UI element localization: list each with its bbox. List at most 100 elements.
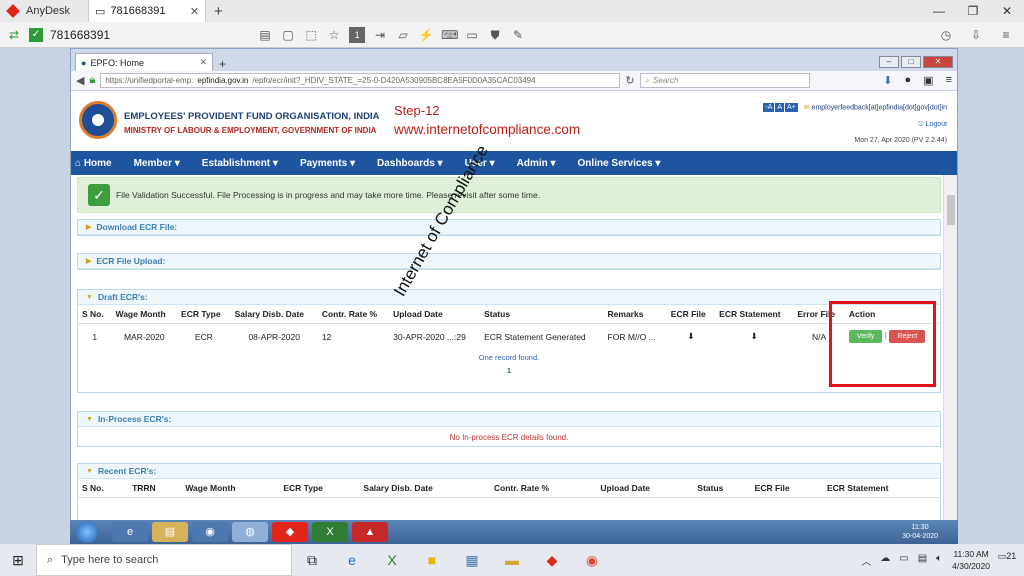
col-ecr-type: ECR Type [279, 479, 360, 498]
menu-dashboards[interactable]: Dashboards ▾ [377, 158, 443, 169]
inprocess-ecr-header[interactable]: ▼ In-Process ECR's: [78, 412, 940, 427]
chat-icon[interactable]: ▱ [395, 27, 411, 43]
clipboard-icon[interactable]: ▢ [280, 27, 296, 43]
browser-minimize-button[interactable]: – [879, 56, 899, 68]
hamburger-menu-icon[interactable]: ≡ [946, 74, 952, 87]
minimize-button[interactable]: — [922, 4, 956, 18]
task-view-icon[interactable]: ⧉ [292, 552, 332, 569]
remote-explorer-icon[interactable]: ▤ [152, 522, 188, 542]
anydesk-title-bar: AnyDesk ▭ 781668391 ✕ + — ❐ ✕ [0, 0, 1024, 22]
monitor-1-button[interactable]: 1 [349, 26, 366, 43]
notification-center-icon[interactable]: ▭21 [996, 551, 1018, 569]
ecr-statement-download-icon[interactable]: ⬇ [715, 324, 793, 350]
download-ecr-header[interactable]: ▶ Download ECR File: [78, 220, 940, 235]
pagination-page[interactable]: 1 [78, 366, 940, 375]
menu-home[interactable]: ⌂ Home [75, 158, 112, 169]
taskbar-clock[interactable]: 11:30 AM 4/30/2020 [952, 548, 996, 572]
ecr-upload-panel[interactable]: ▶ ECR File Upload: [77, 253, 941, 270]
file-transfer-icon[interactable]: ⇥ [372, 27, 388, 43]
remote-anydesk-icon[interactable]: ◆ [272, 522, 308, 542]
close-browser-tab-icon[interactable]: ✕ [199, 57, 207, 68]
font-large-button[interactable]: A+ [785, 103, 798, 112]
notification-count: 21 [1006, 551, 1017, 561]
download-ecr-panel[interactable]: ▶ Download ECR File: [77, 219, 941, 236]
menu-establishment[interactable]: Establishment ▾ [202, 158, 278, 169]
settings-icon[interactable]: ▤ [257, 27, 273, 43]
screenshot-icon[interactable]: ⬚ [303, 27, 319, 43]
downloads-icon[interactable]: ⬇ [883, 74, 892, 87]
ecr-file-download-icon[interactable]: ⬇ [667, 324, 715, 350]
new-browser-tab-button[interactable]: + [219, 57, 226, 71]
feedback-email[interactable]: employerfeedback[at]epfindia[dot]gov[dot… [812, 104, 947, 111]
remote-pdf-icon[interactable]: ▲ [352, 522, 388, 542]
browser-maximize-button[interactable]: □ [901, 56, 921, 68]
remote-firefox-icon[interactable]: ◍ [232, 522, 268, 542]
remote-excel-icon[interactable]: X [312, 522, 348, 542]
success-alert: ✓ File Validation Successful. File Proce… [77, 177, 941, 213]
sidebar-icon[interactable]: ▣ [923, 74, 933, 87]
anydesk-taskbar-icon[interactable]: ◆ [532, 552, 572, 569]
recent-ecr-table: S No. TRRN Wage Month ECR Type Salary Di… [78, 479, 940, 498]
history-icon[interactable]: ◷ [938, 27, 954, 43]
menu-online-services[interactable]: Online Services ▾ [578, 158, 661, 169]
battery-icon[interactable]: ▭ [899, 553, 908, 568]
anydesk-logo-icon [6, 4, 20, 18]
menu-admin[interactable]: Admin ▾ [517, 158, 556, 169]
download-icon[interactable]: ⇩ [968, 27, 984, 43]
remote-chrome-icon[interactable]: ◉ [192, 522, 228, 542]
onedrive-cloud-icon[interactable]: ☁ [880, 553, 890, 568]
col-wage-month: Wage Month [181, 479, 280, 498]
recent-ecr-header[interactable]: ▼ Recent ECR's: [78, 464, 940, 479]
font-normal-button[interactable]: A [775, 103, 785, 112]
display-icon[interactable]: ▭ [464, 27, 480, 43]
collapse-arrow-icon: ▼ [86, 415, 93, 423]
menu-payments[interactable]: Payments ▾ [300, 158, 355, 169]
close-window-button[interactable]: ✕ [990, 4, 1024, 18]
calculator-icon[interactable]: ▦ [452, 552, 492, 569]
epfo-favicon-icon: ● [81, 57, 87, 68]
anydesk-session-tab[interactable]: ▭ 781668391 ✕ [88, 0, 207, 22]
chrome-icon[interactable]: ◉ [572, 552, 612, 569]
expand-arrow-icon: ▶ [86, 258, 92, 265]
logout-icon: ⎋ [918, 121, 924, 128]
volume-icon[interactable]: 🔈︎ [936, 553, 942, 568]
col-status: Status [693, 479, 751, 498]
remote-clock: 11:30 30-04-2020 [902, 523, 958, 541]
menu-member[interactable]: Member ▾ [134, 158, 180, 169]
remote-ie-icon[interactable]: e [112, 522, 148, 542]
page-content: ✓ File Validation Successful. File Proce… [71, 175, 943, 520]
chat-bubble-icon[interactable]: ● [905, 74, 912, 87]
excel-icon[interactable]: X [372, 552, 412, 568]
url-bar[interactable]: https://unifiedportal-emp. epfindia.gov.i… [100, 73, 621, 88]
search-input[interactable]: ⌕ Search [639, 73, 810, 88]
tray-chevron-up-icon[interactable]: ︿ [861, 553, 871, 568]
toolbar-right: ◷ ⇩ ≡ [938, 27, 1024, 43]
keyboard-icon[interactable]: ⌨ [441, 27, 458, 43]
connection-icon[interactable]: ⇄ [6, 27, 22, 43]
windows-start-icon[interactable]: ⊞ [0, 552, 36, 569]
menu-icon[interactable]: ≡ [998, 27, 1014, 43]
network-icon[interactable]: ▤ [918, 553, 927, 568]
sticky-notes-icon[interactable]: ■ [412, 552, 452, 568]
browser-close-button[interactable]: ✕ [923, 56, 953, 68]
edge-icon[interactable]: e [332, 552, 372, 568]
restore-button[interactable]: ❐ [956, 4, 990, 18]
reload-icon[interactable]: ↻ [625, 74, 634, 87]
logout-link[interactable]: ⎋ Logout [918, 121, 947, 129]
font-small-button[interactable]: -A [763, 103, 775, 112]
draft-ecr-header[interactable]: ▼ Draft ECR's: [78, 290, 940, 305]
new-tab-button[interactable]: + [214, 3, 223, 20]
browser-tab[interactable]: ● EPFO: Home ✕ [75, 53, 213, 71]
ecr-upload-header[interactable]: ▶ ECR File Upload: [78, 254, 940, 269]
inprocess-ecr-title: In-Process ECR's: [97, 414, 172, 424]
close-tab-icon[interactable]: ✕ [190, 5, 199, 18]
actions-bolt-icon[interactable]: ⚡ [418, 27, 434, 43]
remote-start-button[interactable] [76, 521, 98, 543]
file-explorer-icon[interactable]: ▬ [492, 552, 532, 568]
favorite-star-icon[interactable]: ☆ [326, 27, 342, 43]
permissions-shield-icon[interactable]: ⛊ [487, 27, 503, 43]
whiteboard-pen-icon[interactable]: ✎ [510, 27, 526, 43]
taskbar-search-input[interactable]: ⌕ Type here to search [36, 544, 292, 576]
page-scrollbar[interactable] [943, 175, 957, 520]
back-arrow-icon[interactable]: ◀ [76, 74, 84, 87]
